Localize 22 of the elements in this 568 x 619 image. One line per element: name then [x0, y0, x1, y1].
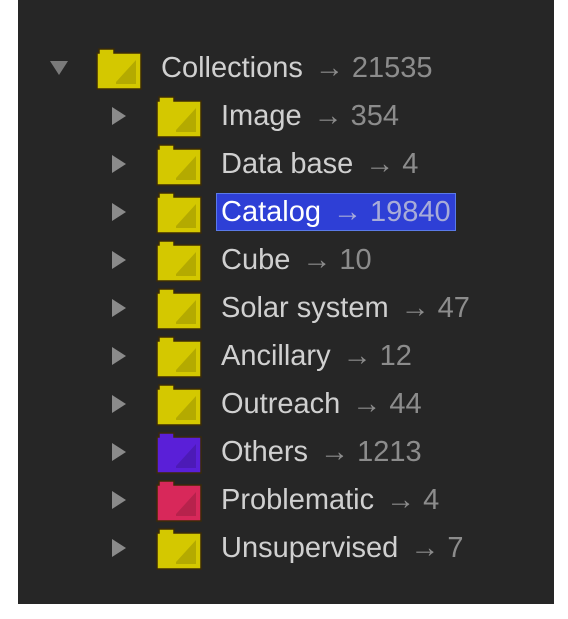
triangle-right-icon[interactable] [111, 202, 127, 222]
triangle-right-icon[interactable] [111, 106, 127, 126]
triangle-right-icon[interactable] [111, 538, 127, 558]
tree-item[interactable]: Ancillary → 12 [216, 337, 417, 375]
tree-item[interactable]: Others → 1213 [216, 433, 427, 471]
triangle-right-icon[interactable] [111, 298, 127, 318]
tree-item[interactable]: Catalog → 19840 [216, 193, 456, 231]
tree-item[interactable]: Unsupervised → 7 [216, 529, 469, 567]
triangle-down-icon[interactable] [49, 60, 69, 76]
tree-item[interactable]: Solar system → 47 [216, 289, 475, 327]
tree-item[interactable]: Problematic → 4 [216, 481, 444, 519]
tree-item[interactable]: Cube → 10 [216, 241, 377, 279]
triangle-right-icon[interactable] [111, 394, 127, 414]
tree-item[interactable]: Collections → 21535 [156, 49, 438, 87]
tree-item[interactable]: Outreach → 44 [216, 385, 427, 423]
triangle-right-icon[interactable] [111, 154, 127, 174]
triangle-right-icon[interactable] [111, 442, 127, 462]
triangle-right-icon[interactable] [111, 490, 127, 510]
triangle-right-icon[interactable] [111, 346, 127, 366]
triangle-right-icon[interactable] [111, 250, 127, 270]
tree-item[interactable]: Data base → 4 [216, 145, 424, 183]
tree-item[interactable]: Image → 354 [216, 97, 404, 135]
